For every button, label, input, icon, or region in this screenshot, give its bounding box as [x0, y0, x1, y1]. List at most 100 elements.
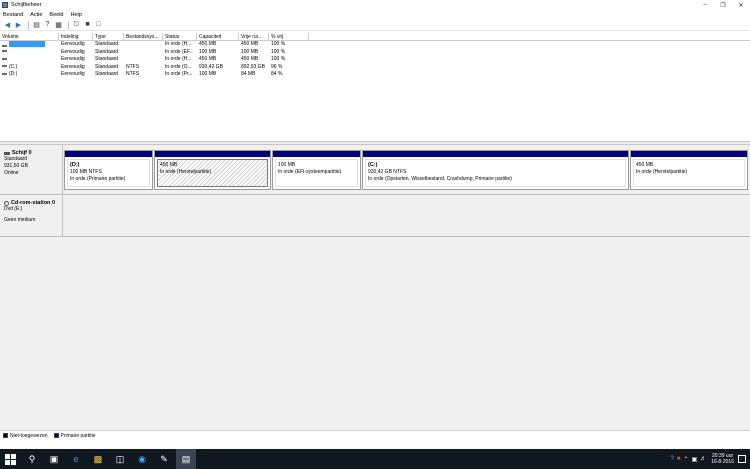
menu-help[interactable]: Help — [71, 12, 82, 18]
table-row[interactable]: Eenvoudig Standaard In orde (H... 450 MB… — [0, 56, 750, 64]
status-cell: In orde (H... — [165, 41, 192, 47]
column-layout[interactable]: Indeling — [59, 33, 93, 40]
search-icon[interactable]: ⚲ — [22, 449, 42, 469]
partition-recovery-2[interactable]: 450 MB In orde (Herstelpartitie) — [630, 150, 748, 190]
drive-icon — [2, 72, 7, 75]
layout-icon[interactable]: □ — [94, 20, 103, 29]
restore-icon[interactable]: ❐ — [714, 0, 732, 10]
column-type[interactable]: Type — [93, 33, 124, 40]
disk-0-partitions: (D:) 100 MB NTFS In orde (Primaire parti… — [64, 150, 748, 190]
table-row[interactable]: (D:) Eenvoudig Standaard NTFS In orde (P… — [0, 71, 750, 79]
back-arrow-icon[interactable]: ◀ — [3, 20, 12, 29]
partition-body: (C:) 930,42 GB NTFS In orde (Opstarten, … — [365, 159, 626, 187]
file-explorer-icon[interactable]: ▩ — [88, 449, 108, 469]
disk-management-taskbar-icon[interactable]: ▤ — [176, 449, 196, 469]
volume-cell: (D:) — [0, 71, 59, 79]
volume-cell — [0, 41, 59, 49]
store-icon[interactable]: ◫ — [110, 449, 130, 469]
column-filesystem[interactable]: Bestandssys... — [124, 33, 163, 40]
menu-bar: Bestand Actie Beeld Help — [0, 10, 750, 19]
volume-tray-icon[interactable]: ♬ — [700, 456, 706, 462]
toolbar-separator — [28, 20, 29, 29]
percent-cell: 84 % — [271, 71, 283, 77]
window-title: Schijfbeheer — [11, 2, 42, 8]
column-free-space[interactable]: Vrije rui... — [239, 33, 269, 40]
start-button[interactable] — [0, 449, 20, 469]
disk-0-label[interactable]: Schijf 0 Standaard 931,50 GB Online — [0, 145, 63, 194]
primary-partition-swatch — [53, 433, 59, 438]
partition-status: In orde (EFI-systeempartitie) — [278, 168, 342, 175]
drive-icon — [2, 65, 7, 68]
forward-arrow-icon[interactable]: ▶ — [14, 20, 23, 29]
type-cell: Standaard — [95, 56, 119, 62]
unallocated-swatch — [3, 433, 8, 438]
column-volume[interactable]: Volume — [0, 33, 59, 40]
column-status[interactable]: Status — [163, 33, 197, 40]
primary-partition-bar — [65, 151, 152, 157]
title-bar: Schijfbeheer – ❐ ✕ — [0, 0, 750, 10]
column-capacity[interactable]: Capaciteit — [197, 33, 239, 40]
table-row[interactable]: Eenvoudig Standaard In orde (H... 450 MB… — [0, 41, 750, 49]
capacity-cell: 450 MB — [199, 41, 217, 47]
capacity-cell: 450 MB — [199, 56, 217, 62]
minimize-icon[interactable]: – — [696, 0, 714, 10]
connect-icon[interactable]: ⎋ — [72, 20, 81, 29]
antivirus-tray-icon[interactable]: ■ — [677, 456, 681, 462]
filesystem-cell: NTFS — [126, 63, 140, 70]
clock[interactable]: 20:39 uur 16-8-2016 — [711, 453, 734, 465]
menu-action[interactable]: Actie — [30, 12, 42, 18]
partition-status: In orde (Opstarten, Wisselbestand, Crash… — [368, 175, 512, 182]
partition-efi[interactable]: 100 MB In orde (EFI-systeempartitie) — [272, 150, 361, 190]
drive-icon — [2, 57, 7, 60]
volume-list: Volume Indeling Type Bestandssys... Stat… — [0, 33, 750, 141]
help-tray-icon[interactable]: ? — [671, 456, 674, 462]
toolbar-separator — [68, 20, 69, 29]
partition-d[interactable]: (D:) 100 MB NTFS In orde (Primaire parti… — [64, 150, 153, 190]
filesystem-cell — [124, 49, 163, 57]
window-controls: – ❐ ✕ — [696, 0, 750, 10]
table-row[interactable]: (C:) Eenvoudig Standaard NTFS In orde (O… — [0, 64, 750, 72]
column-percent-free[interactable]: % vrij — [269, 33, 309, 40]
settings-view-icon[interactable]: ■ — [83, 20, 92, 29]
type-cell: Standaard — [95, 41, 119, 47]
cdrom-0-state: Geen medium — [4, 217, 36, 223]
notification-icon[interactable] — [738, 455, 746, 463]
status-cell: In orde (EF... — [165, 48, 194, 55]
legend-primary-partition: Primaire partitie — [60, 432, 96, 439]
partition-status: In orde (Primaire partitie) — [70, 175, 126, 182]
volume-list-icon[interactable]: ▤ — [32, 20, 41, 29]
disk-0-type: Standaard — [4, 156, 28, 162]
close-icon[interactable]: ✕ — [732, 0, 750, 10]
legend: Niet-toegewezen Primaire partitie — [0, 430, 750, 440]
task-view-icon[interactable]: ▣ — [44, 449, 64, 469]
pen-app-icon[interactable]: ✎ — [154, 449, 174, 469]
layout-cell: Eenvoudig — [61, 48, 85, 55]
menu-file[interactable]: Bestand — [3, 12, 23, 18]
disk-view: Schijf 0 Standaard 931,50 GB Online (D:)… — [0, 145, 750, 430]
chevron-up-icon[interactable]: ⌃ — [684, 456, 689, 463]
partition-recovery-1[interactable]: 450 MB In orde (Herstelpartitie) — [154, 150, 271, 190]
capacity-cell: 100 MB — [199, 71, 217, 77]
partition-c[interactable]: (C:) 930,42 GB NTFS In orde (Opstarten, … — [362, 150, 629, 190]
network-tray-icon[interactable]: ▣ — [692, 456, 698, 463]
drive-icon — [2, 50, 7, 53]
help-book-icon[interactable]: ? — [43, 20, 52, 29]
layout-cell: Eenvoudig — [61, 63, 85, 70]
primary-partition-bar — [363, 151, 628, 157]
volume-name: (C:) — [9, 63, 18, 70]
table-row[interactable]: Eenvoudig Standaard In orde (EF... 100 M… — [0, 49, 750, 57]
primary-partition-bar — [273, 151, 360, 157]
network-app-icon[interactable]: ◉ — [132, 449, 152, 469]
cdrom-0-label[interactable]: Cd-rom-station 0 Dvd (E:) Geen medium — [0, 195, 63, 236]
edge-browser-icon[interactable]: e — [66, 449, 86, 469]
drive-icon — [2, 44, 7, 47]
disk-0-state: Online — [4, 170, 19, 176]
free-cell: 450 MB — [241, 56, 259, 62]
partition-name: (D:) — [70, 162, 80, 168]
menu-view[interactable]: Beeld — [49, 12, 63, 18]
partition-body: 100 MB In orde (EFI-systeempartitie) — [275, 159, 358, 187]
layout-cell: Eenvoudig — [61, 41, 85, 47]
legend-unallocated: Niet-toegewezen — [10, 432, 48, 439]
properties-icon[interactable]: ▦ — [54, 20, 63, 29]
system-tray: ? ■ ⌃ ▣ ♬ 20:39 uur 16-8-2016 — [668, 449, 746, 469]
